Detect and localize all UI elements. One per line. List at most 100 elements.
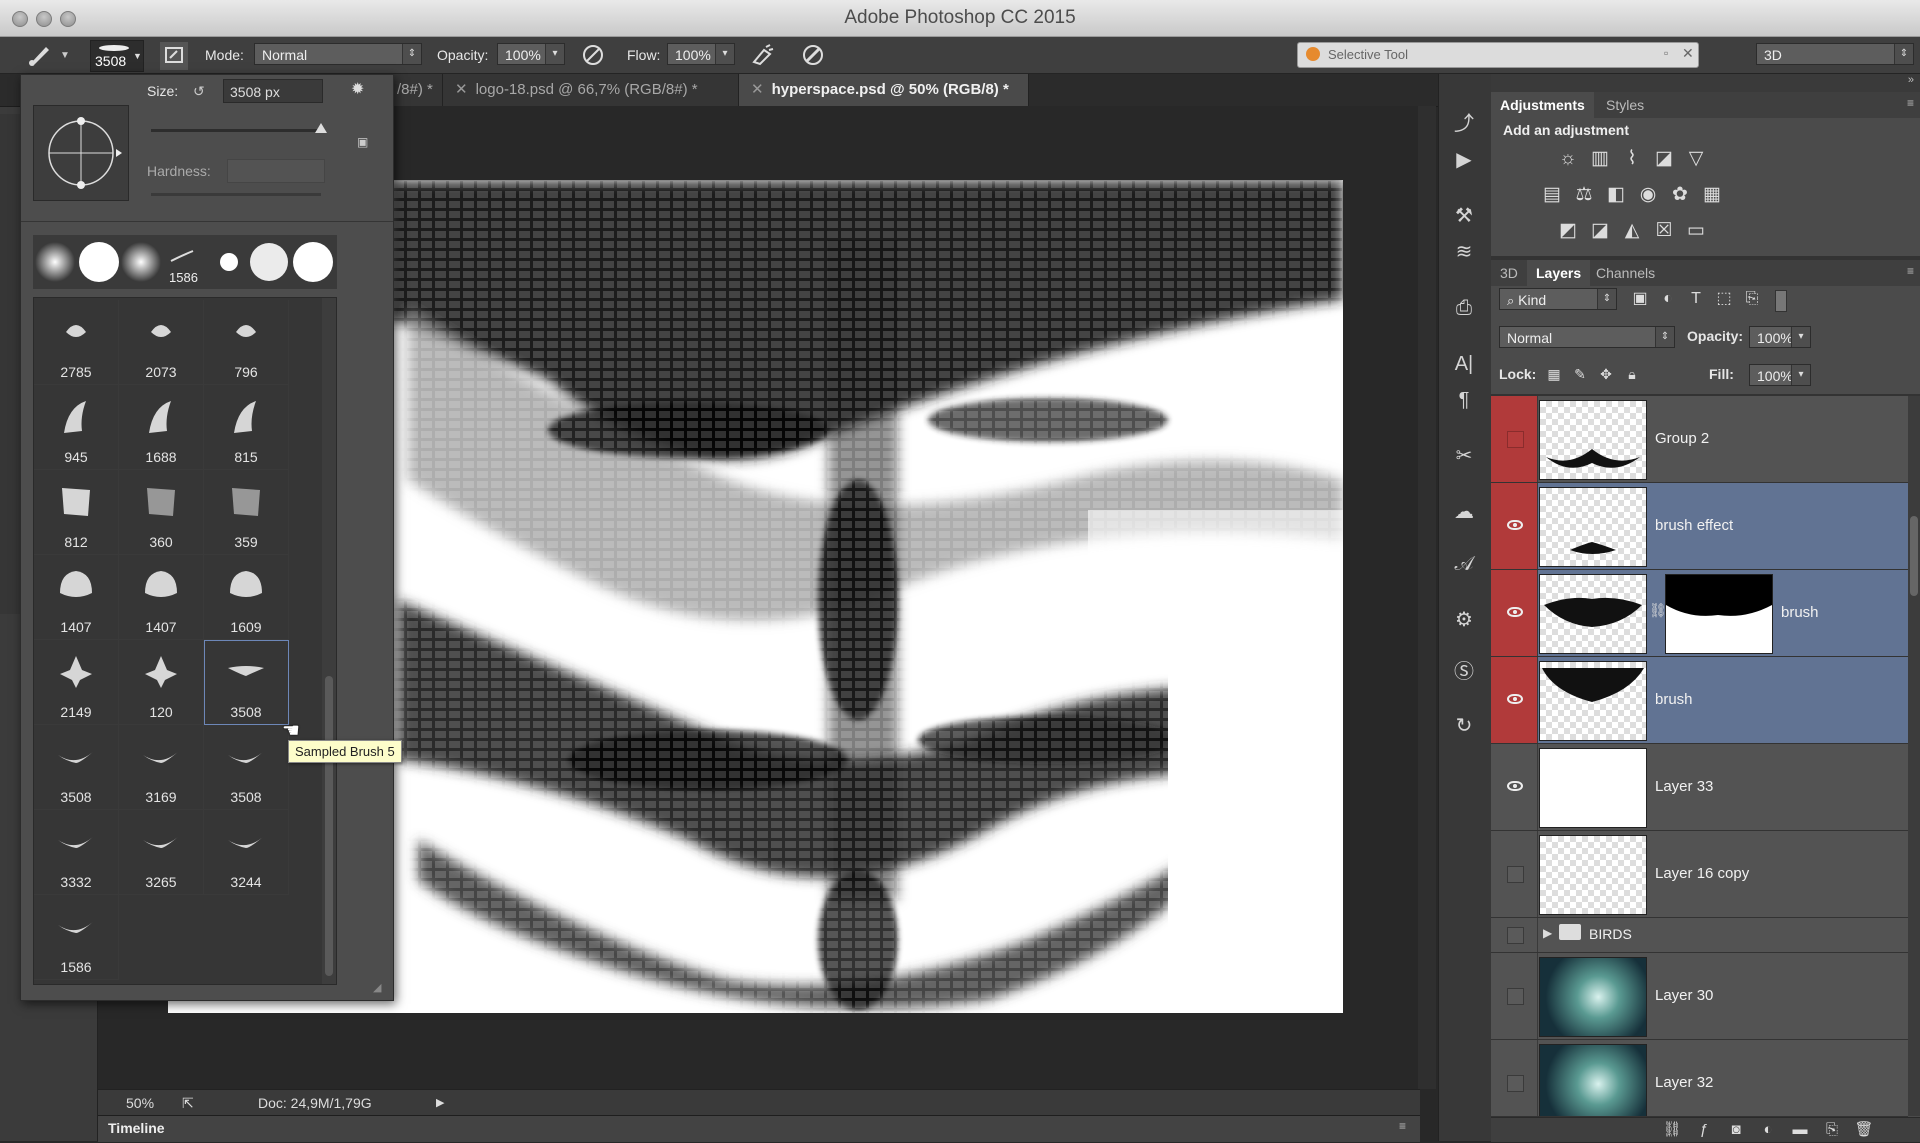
mode-dropdown[interactable]: Normal ⇕: [254, 43, 422, 65]
eye-icon[interactable]: [1507, 781, 1523, 791]
brush-preset-item[interactable]: 3332: [34, 810, 119, 895]
layer-row[interactable]: Layer 30: [1491, 953, 1908, 1040]
layer-row[interactable]: Layer 33: [1491, 744, 1908, 831]
visibility-cell[interactable]: [1491, 1040, 1538, 1116]
filter-adjustment-icon[interactable]: ◐: [1655, 286, 1681, 312]
filter-shape-icon[interactable]: ⬚: [1711, 286, 1737, 312]
flow-field[interactable]: 100% ▾: [667, 43, 735, 65]
collapse-icon[interactable]: »: [1908, 74, 1914, 86]
link-layers-icon[interactable]: ⛓: [1659, 1117, 1685, 1143]
clone-source-icon[interactable]: ⎙: [1449, 294, 1479, 322]
hue-saturation-icon[interactable]: ▤: [1539, 182, 1565, 208]
layer-mask-thumbnail[interactable]: [1665, 574, 1773, 654]
threshold-icon[interactable]: ◭: [1619, 218, 1645, 244]
layer-row[interactable]: ⛓ brush: [1491, 570, 1908, 657]
brush-preset-item[interactable]: 360: [119, 470, 204, 555]
color-balance-icon[interactable]: ⚖: [1571, 182, 1597, 208]
layer-row[interactable]: brush: [1491, 657, 1908, 744]
workspace-dropdown[interactable]: 3D ⇕: [1756, 43, 1914, 65]
visibility-cell[interactable]: [1491, 483, 1538, 569]
tool-presets-icon[interactable]: ⚒: [1449, 202, 1479, 230]
tab-styles[interactable]: Styles: [1597, 92, 1653, 118]
paragraph-icon[interactable]: ¶: [1449, 386, 1479, 414]
brush-preset-item[interactable]: 3508: [204, 725, 289, 810]
lock-all-icon[interactable]: 🔒︎: [1619, 361, 1645, 387]
tool-preset-chevron-icon[interactable]: ▼: [60, 50, 70, 61]
brush-preset-item[interactable]: 945: [34, 385, 119, 470]
tab-3d[interactable]: 3D: [1491, 260, 1527, 286]
pressure-size-icon[interactable]: [800, 42, 826, 68]
filter-toggle[interactable]: [1775, 290, 1787, 312]
plugin-s-icon[interactable]: Ⓢ: [1449, 658, 1479, 686]
brush-preset-item[interactable]: 2785: [34, 300, 119, 385]
visibility-cell[interactable]: [1491, 918, 1538, 952]
close-icon[interactable]: ✕: [1682, 45, 1694, 62]
tab-hyperspace[interactable]: ✕ hyperspace.psd @ 50% (RGB/8) *: [739, 74, 1029, 106]
layers-scrollbar[interactable]: [1908, 396, 1920, 1116]
invert-icon[interactable]: ◩: [1555, 218, 1581, 244]
visibility-toggle[interactable]: [1507, 866, 1524, 883]
brush-preset-item[interactable]: 1609: [204, 555, 289, 640]
brush-preset-item[interactable]: 3265: [119, 810, 204, 895]
brush-preset-item[interactable]: 2073: [119, 300, 204, 385]
close-icon[interactable]: ✕: [455, 81, 468, 98]
size-slider[interactable]: [151, 129, 321, 132]
character-icon[interactable]: A|: [1449, 350, 1479, 378]
recent-brushes[interactable]: 1586: [33, 235, 337, 289]
black-white-icon[interactable]: ◧: [1603, 182, 1629, 208]
tab-channels[interactable]: Channels: [1587, 260, 1664, 286]
restore-icon[interactable]: ▫: [1664, 46, 1668, 60]
eye-icon[interactable]: [1507, 520, 1523, 530]
zoom-level[interactable]: 50%: [126, 1090, 154, 1116]
lock-position-icon[interactable]: ✥: [1593, 361, 1619, 387]
brush-preset-item[interactable]: 3508: [204, 640, 289, 725]
opacity-field[interactable]: 100% ▾: [497, 43, 565, 65]
tools-crossed-icon[interactable]: ✂: [1449, 442, 1479, 470]
vibrance-icon[interactable]: ▽: [1683, 146, 1709, 172]
trash-icon[interactable]: 🗑︎: [1851, 1117, 1877, 1143]
visibility-cell[interactable]: [1491, 953, 1538, 1039]
timeline-tab[interactable]: Timeline: [108, 1120, 165, 1136]
history-icon[interactable]: ⤴: [1449, 110, 1479, 138]
visibility-toggle[interactable]: [1507, 431, 1524, 448]
brush-preset-item[interactable]: 1688: [119, 385, 204, 470]
tab-logo-18[interactable]: ✕ logo-18.psd @ 66,7% (RGB/8#) *: [443, 74, 739, 106]
actions-play-icon[interactable]: ▶: [1449, 146, 1479, 174]
brush-panel-toggle-icon[interactable]: [160, 42, 188, 70]
brush-preset-picker[interactable]: 3508 ▼: [90, 40, 144, 72]
brush-preset-item[interactable]: 1407: [119, 555, 204, 640]
panel-menu-icon[interactable]: ≡: [1399, 1119, 1406, 1133]
visibility-cell[interactable]: [1491, 657, 1538, 743]
selective-color-icon[interactable]: ☒: [1651, 218, 1677, 244]
lock-transparency-icon[interactable]: ▦: [1541, 361, 1567, 387]
brush-preset-item[interactable]: 3244: [204, 810, 289, 895]
visibility-cell[interactable]: [1491, 570, 1538, 656]
tab-layers[interactable]: Layers: [1527, 260, 1591, 286]
expand-triangle-icon[interactable]: ▶: [1543, 926, 1552, 940]
new-layer-icon[interactable]: ⎘: [1819, 1117, 1845, 1143]
curves-icon[interactable]: ⌇: [1619, 146, 1645, 172]
vertical-scrollbar[interactable]: [1418, 106, 1436, 1089]
glyphs-icon[interactable]: 𝒜: [1449, 550, 1479, 578]
visibility-toggle[interactable]: [1507, 988, 1524, 1005]
brush-preset-item[interactable]: 2149: [34, 640, 119, 725]
new-preset-icon[interactable]: ▣: [357, 135, 368, 149]
layer-group-row[interactable]: ▶ BIRDS: [1491, 918, 1908, 953]
brightness-icon[interactable]: ☼: [1555, 146, 1581, 172]
close-icon[interactable]: ✕: [751, 81, 764, 98]
reset-size-icon[interactable]: ↺: [193, 83, 205, 100]
visibility-cell[interactable]: [1491, 744, 1538, 830]
size-input[interactable]: 3508 px: [223, 79, 323, 103]
filter-type-icon[interactable]: T: [1683, 286, 1709, 312]
blend-mode-dropdown[interactable]: Normal ⇕: [1499, 326, 1675, 348]
brush-preset-item[interactable]: 1586: [34, 895, 119, 980]
refresh-plugin-icon[interactable]: ↻: [1449, 712, 1479, 740]
add-mask-icon[interactable]: ◙: [1723, 1117, 1749, 1143]
brush-settings-icon[interactable]: ≋: [1449, 238, 1479, 266]
eye-icon[interactable]: [1507, 607, 1523, 617]
exposure-icon[interactable]: ◪: [1651, 146, 1677, 172]
posterize-icon[interactable]: ◪: [1587, 218, 1613, 244]
filter-pixel-icon[interactable]: ▣: [1627, 286, 1653, 312]
libraries-icon[interactable]: ☁: [1449, 498, 1479, 526]
properties-icon[interactable]: ⚙: [1449, 606, 1479, 634]
